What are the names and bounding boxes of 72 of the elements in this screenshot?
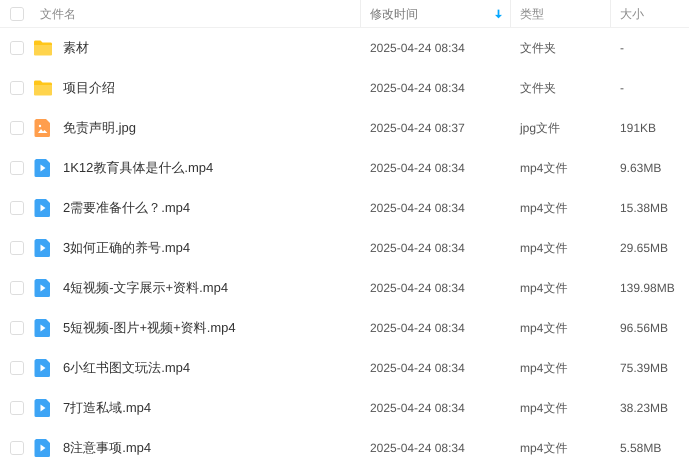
file-size: 29.65MB: [620, 241, 668, 255]
file-name[interactable]: 7打造私域.mp4: [63, 398, 152, 418]
video-file-icon: [33, 158, 53, 178]
file-size: 191KB: [620, 121, 656, 135]
file-type: mp4文件: [520, 361, 568, 375]
checkbox[interactable]: [10, 6, 24, 20]
file-name[interactable]: 6小红书图文玩法.mp4: [63, 358, 190, 378]
file-type: mp4文件: [520, 281, 568, 295]
video-file-icon: [33, 438, 53, 458]
checkbox[interactable]: [10, 441, 24, 455]
folder-icon: [33, 38, 53, 58]
modified-time: 2025-04-24 08:34: [370, 81, 465, 95]
folder-icon: [33, 78, 53, 98]
video-file-icon: [33, 198, 53, 218]
file-type: mp4文件: [520, 321, 568, 335]
file-type: mp4文件: [520, 201, 568, 215]
modified-time: 2025-04-24 08:34: [370, 281, 465, 295]
file-name[interactable]: 免责声明.jpg: [63, 118, 136, 138]
modified-time: 2025-04-24 08:34: [370, 41, 465, 55]
file-size: 75.39MB: [620, 361, 668, 375]
file-size: 15.38MB: [620, 201, 668, 215]
file-size: 96.56MB: [620, 321, 668, 335]
video-file-icon: [33, 318, 53, 338]
modified-time: 2025-04-24 08:34: [370, 161, 465, 175]
file-type: mp4文件: [520, 161, 568, 175]
column-header[interactable]: 文件名: [40, 4, 76, 22]
file-name[interactable]: 素材: [63, 38, 89, 58]
checkbox[interactable]: [10, 321, 24, 335]
video-file-icon: [33, 398, 53, 418]
modified-time: 2025-04-24 08:34: [370, 241, 465, 255]
modified-time: 2025-04-24 08:34: [370, 401, 465, 415]
checkbox[interactable]: [10, 401, 24, 415]
video-file-icon: [33, 358, 53, 378]
file-size: 139.98MB: [620, 281, 675, 295]
modified-time: 2025-04-24 08:34: [370, 441, 465, 455]
file-type: mp4文件: [520, 241, 568, 255]
file-name[interactable]: 1K12教育具体是什么.mp4: [63, 158, 214, 178]
file-name[interactable]: 3如何正确的养号.mp4: [63, 238, 190, 258]
file-type: jpg文件: [520, 121, 560, 135]
modified-time: 2025-04-24 08:34: [370, 201, 465, 215]
file-name[interactable]: 5短视频-图片+视频+资料.mp4: [63, 318, 236, 338]
file-size: -: [620, 41, 624, 55]
image-file-icon: [33, 118, 53, 138]
modified-time: 2025-04-24 08:34: [370, 361, 465, 375]
modified-time: 2025-04-24 08:34: [370, 321, 465, 335]
file-name[interactable]: 8注意事项.mp4: [63, 438, 152, 458]
file-size: -: [620, 81, 624, 95]
checkbox[interactable]: [10, 281, 24, 295]
checkbox[interactable]: [10, 241, 24, 255]
file-size: 5.58MB: [620, 441, 662, 455]
file-type: mp4文件: [520, 401, 568, 415]
file-name[interactable]: 4短视频-文字展示+资料.mp4: [63, 278, 228, 298]
column-header[interactable]: 修改时间: [370, 4, 418, 22]
column-header[interactable]: 大小: [620, 4, 644, 22]
file-size: 38.23MB: [620, 401, 668, 415]
file-name[interactable]: 项目介绍: [63, 78, 115, 98]
column-header[interactable]: 类型: [520, 4, 544, 22]
video-file-icon: [33, 278, 53, 298]
checkbox[interactable]: [10, 41, 24, 55]
video-file-icon: [33, 238, 53, 258]
checkbox[interactable]: [10, 201, 24, 215]
checkbox[interactable]: [10, 161, 24, 175]
file-name[interactable]: 2需要准备什么？.mp4: [63, 198, 190, 218]
file-type: 文件夹: [520, 41, 556, 55]
checkbox[interactable]: [10, 361, 24, 375]
sort-arrow-icon[interactable]: [495, 8, 502, 18]
file-type: 文件夹: [520, 81, 556, 95]
checkbox[interactable]: [10, 81, 24, 95]
file-type: mp4文件: [520, 441, 568, 455]
file-size: 9.63MB: [620, 161, 662, 175]
modified-time: 2025-04-24 08:37: [370, 121, 465, 135]
checkbox[interactable]: [10, 121, 24, 135]
